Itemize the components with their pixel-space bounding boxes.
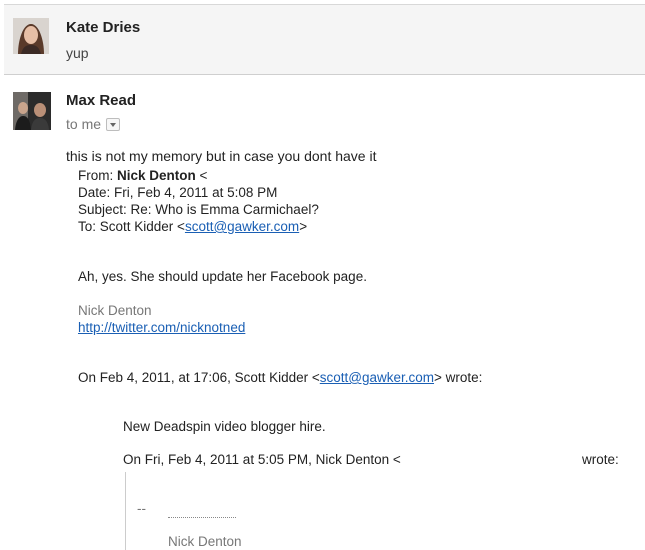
message-snippet: yup (66, 45, 89, 61)
recipient-row: to me (66, 116, 121, 132)
email-link[interactable]: scott@gawker.com (185, 219, 299, 234)
quote-signature: Nick Denton (168, 534, 242, 549)
forwarded-to: To: Scott Kidder <scott@gawker.com> (78, 219, 308, 234)
sender-avatar-max (13, 92, 51, 130)
quote-header-2-suffix: wrote: (582, 452, 619, 467)
sender-avatar-kate (13, 18, 49, 54)
quote-bar (125, 472, 126, 550)
forwarded-subject: Subject: Re: Who is Emma Carmichael? (78, 202, 319, 217)
forwarded-date: Date: Fri, Feb 4, 2011 at 5:08 PM (78, 185, 278, 200)
quote-body-1: New Deadspin video blogger hire. (123, 419, 326, 434)
email-link[interactable]: scott@gawker.com (320, 370, 434, 385)
forwarded-from-name: Nick Denton (117, 168, 196, 183)
forwarded-from: From: Nick Denton < (78, 168, 208, 183)
chevron-down-icon[interactable] (106, 117, 121, 131)
signature-link-row: http://twitter.com/nicknotned (78, 319, 245, 336)
recipient-label: to me (66, 116, 102, 132)
sender-name: Kate Dries (66, 19, 141, 36)
signature-name: Nick Denton (78, 303, 152, 318)
signature-divider (168, 517, 236, 518)
message-body-intro: this is not my memory but in case you do… (66, 148, 377, 164)
forwarded-reply: Ah, yes. She should update her Facebook … (78, 269, 367, 284)
collapsed-message[interactable] (4, 4, 645, 75)
quote-header-2: On Fri, Feb 4, 2011 at 5:05 PM, Nick Den… (123, 452, 401, 467)
quote-dashes: -- (137, 501, 146, 516)
twitter-link[interactable]: http://twitter.com/nicknotned (78, 320, 245, 335)
sender-name: Max Read (66, 92, 137, 109)
quote-header-1: On Feb 4, 2011, at 17:06, Scott Kidder <… (78, 370, 483, 385)
